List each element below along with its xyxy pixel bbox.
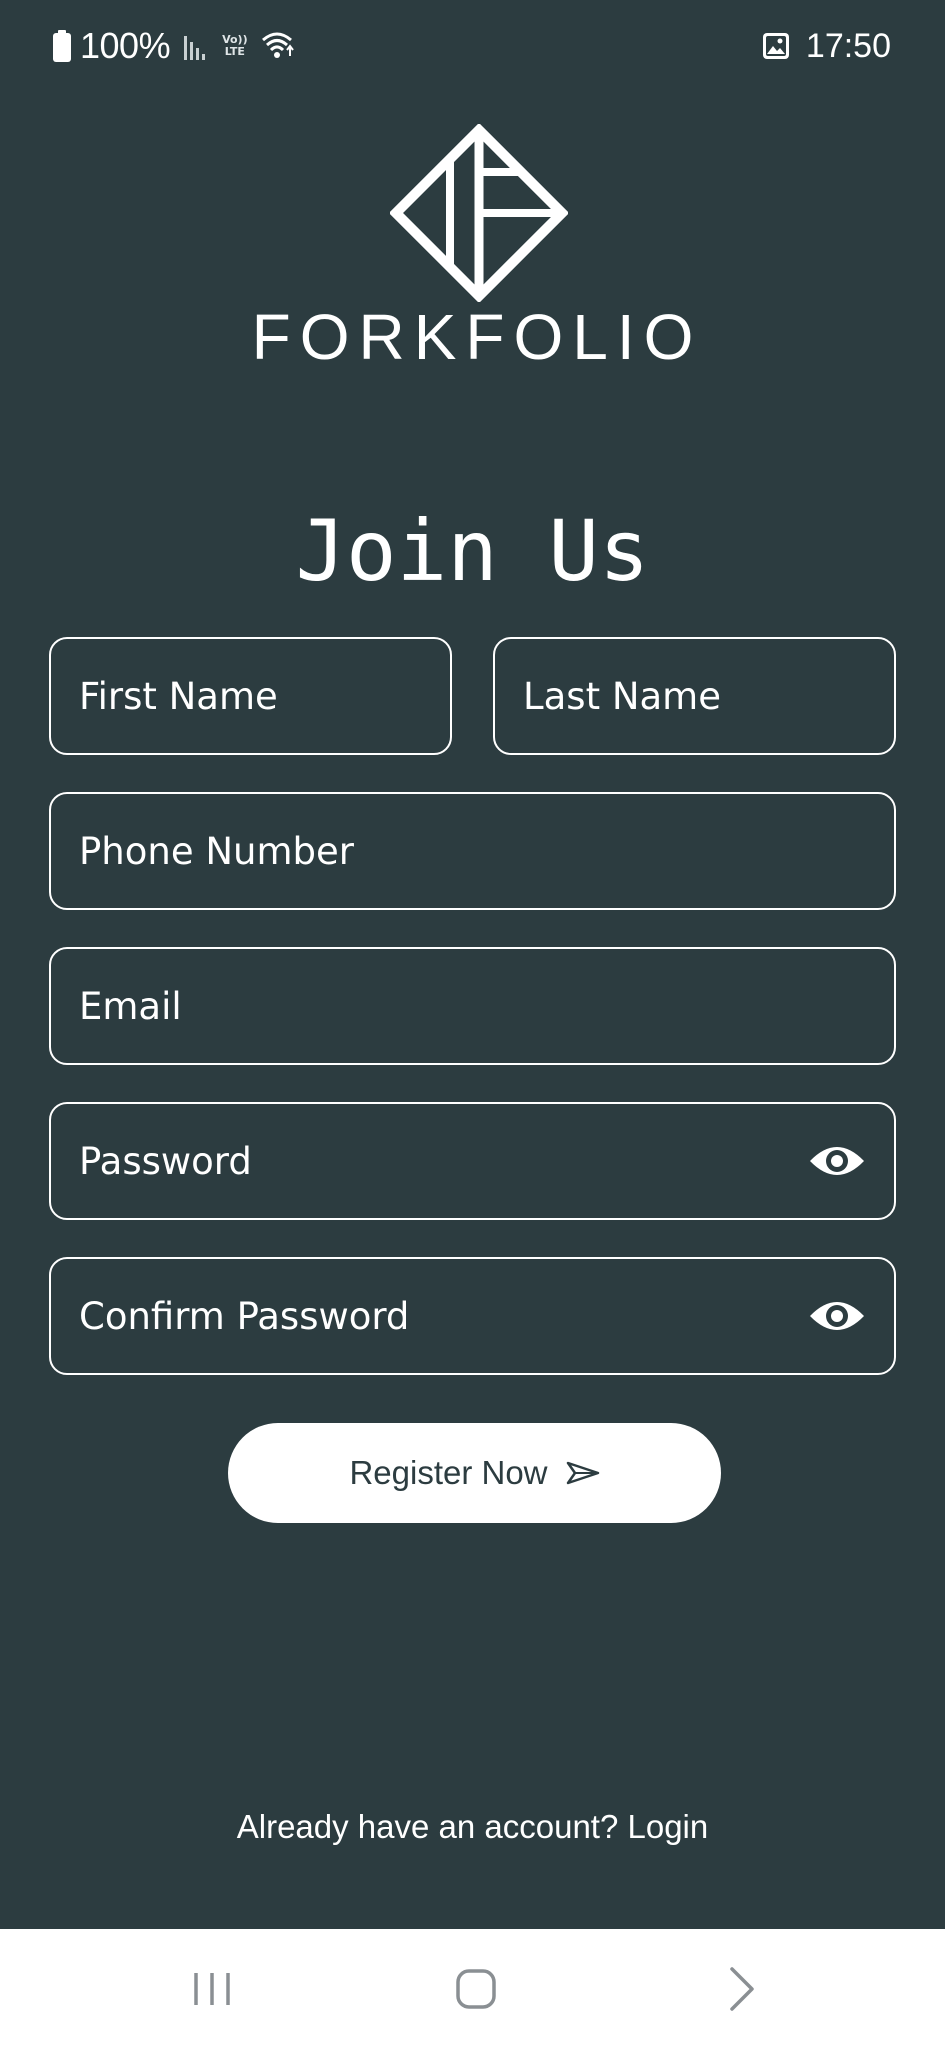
lte-label: LTE: [224, 45, 245, 58]
signal-icon: [184, 36, 206, 60]
login-link[interactable]: Already have an account? Login: [0, 1808, 945, 1846]
email-input[interactable]: [51, 949, 894, 1063]
confirm-password-field[interactable]: [49, 1257, 896, 1375]
clock: 17:50: [805, 26, 891, 65]
forkfolio-diamond-logo: [390, 124, 568, 302]
send-arrow-icon: [566, 1461, 599, 1485]
system-nav-bar: [0, 1929, 945, 2048]
status-left: 100% Vo)) LTE: [52, 24, 294, 68]
recent-apps-icon[interactable]: [182, 1963, 242, 2015]
brand-wordmark: FORKFOLIO: [251, 301, 703, 373]
phone-number-field[interactable]: [49, 792, 896, 910]
register-now-button[interactable]: Register Now: [228, 1423, 721, 1523]
eye-icon[interactable]: [808, 1296, 866, 1336]
password-input[interactable]: [51, 1104, 894, 1218]
register-now-label: Register Now: [349, 1454, 548, 1491]
home-icon[interactable]: [446, 1963, 506, 2015]
wifi-icon: [261, 32, 294, 58]
status-bar: 100% Vo)) LTE 17:50: [0, 0, 945, 92]
first-name-input[interactable]: [51, 639, 450, 753]
battery-percent: 100%: [80, 25, 171, 66]
status-right: 17:50: [762, 24, 891, 68]
confirm-password-input[interactable]: [51, 1259, 894, 1373]
volte-lte-icon: Vo)) LTE: [222, 34, 248, 58]
last-name-field[interactable]: [493, 637, 896, 755]
gallery-icon: [762, 33, 789, 59]
battery-icon: [53, 30, 71, 62]
eye-icon[interactable]: [808, 1141, 866, 1181]
email-field[interactable]: [49, 947, 896, 1065]
page-title: Join Us: [295, 502, 650, 600]
password-field[interactable]: [49, 1102, 896, 1220]
phone-number-input[interactable]: [51, 794, 894, 908]
first-name-field[interactable]: [49, 637, 452, 755]
back-icon[interactable]: [710, 1963, 770, 2015]
last-name-input[interactable]: [495, 639, 894, 753]
